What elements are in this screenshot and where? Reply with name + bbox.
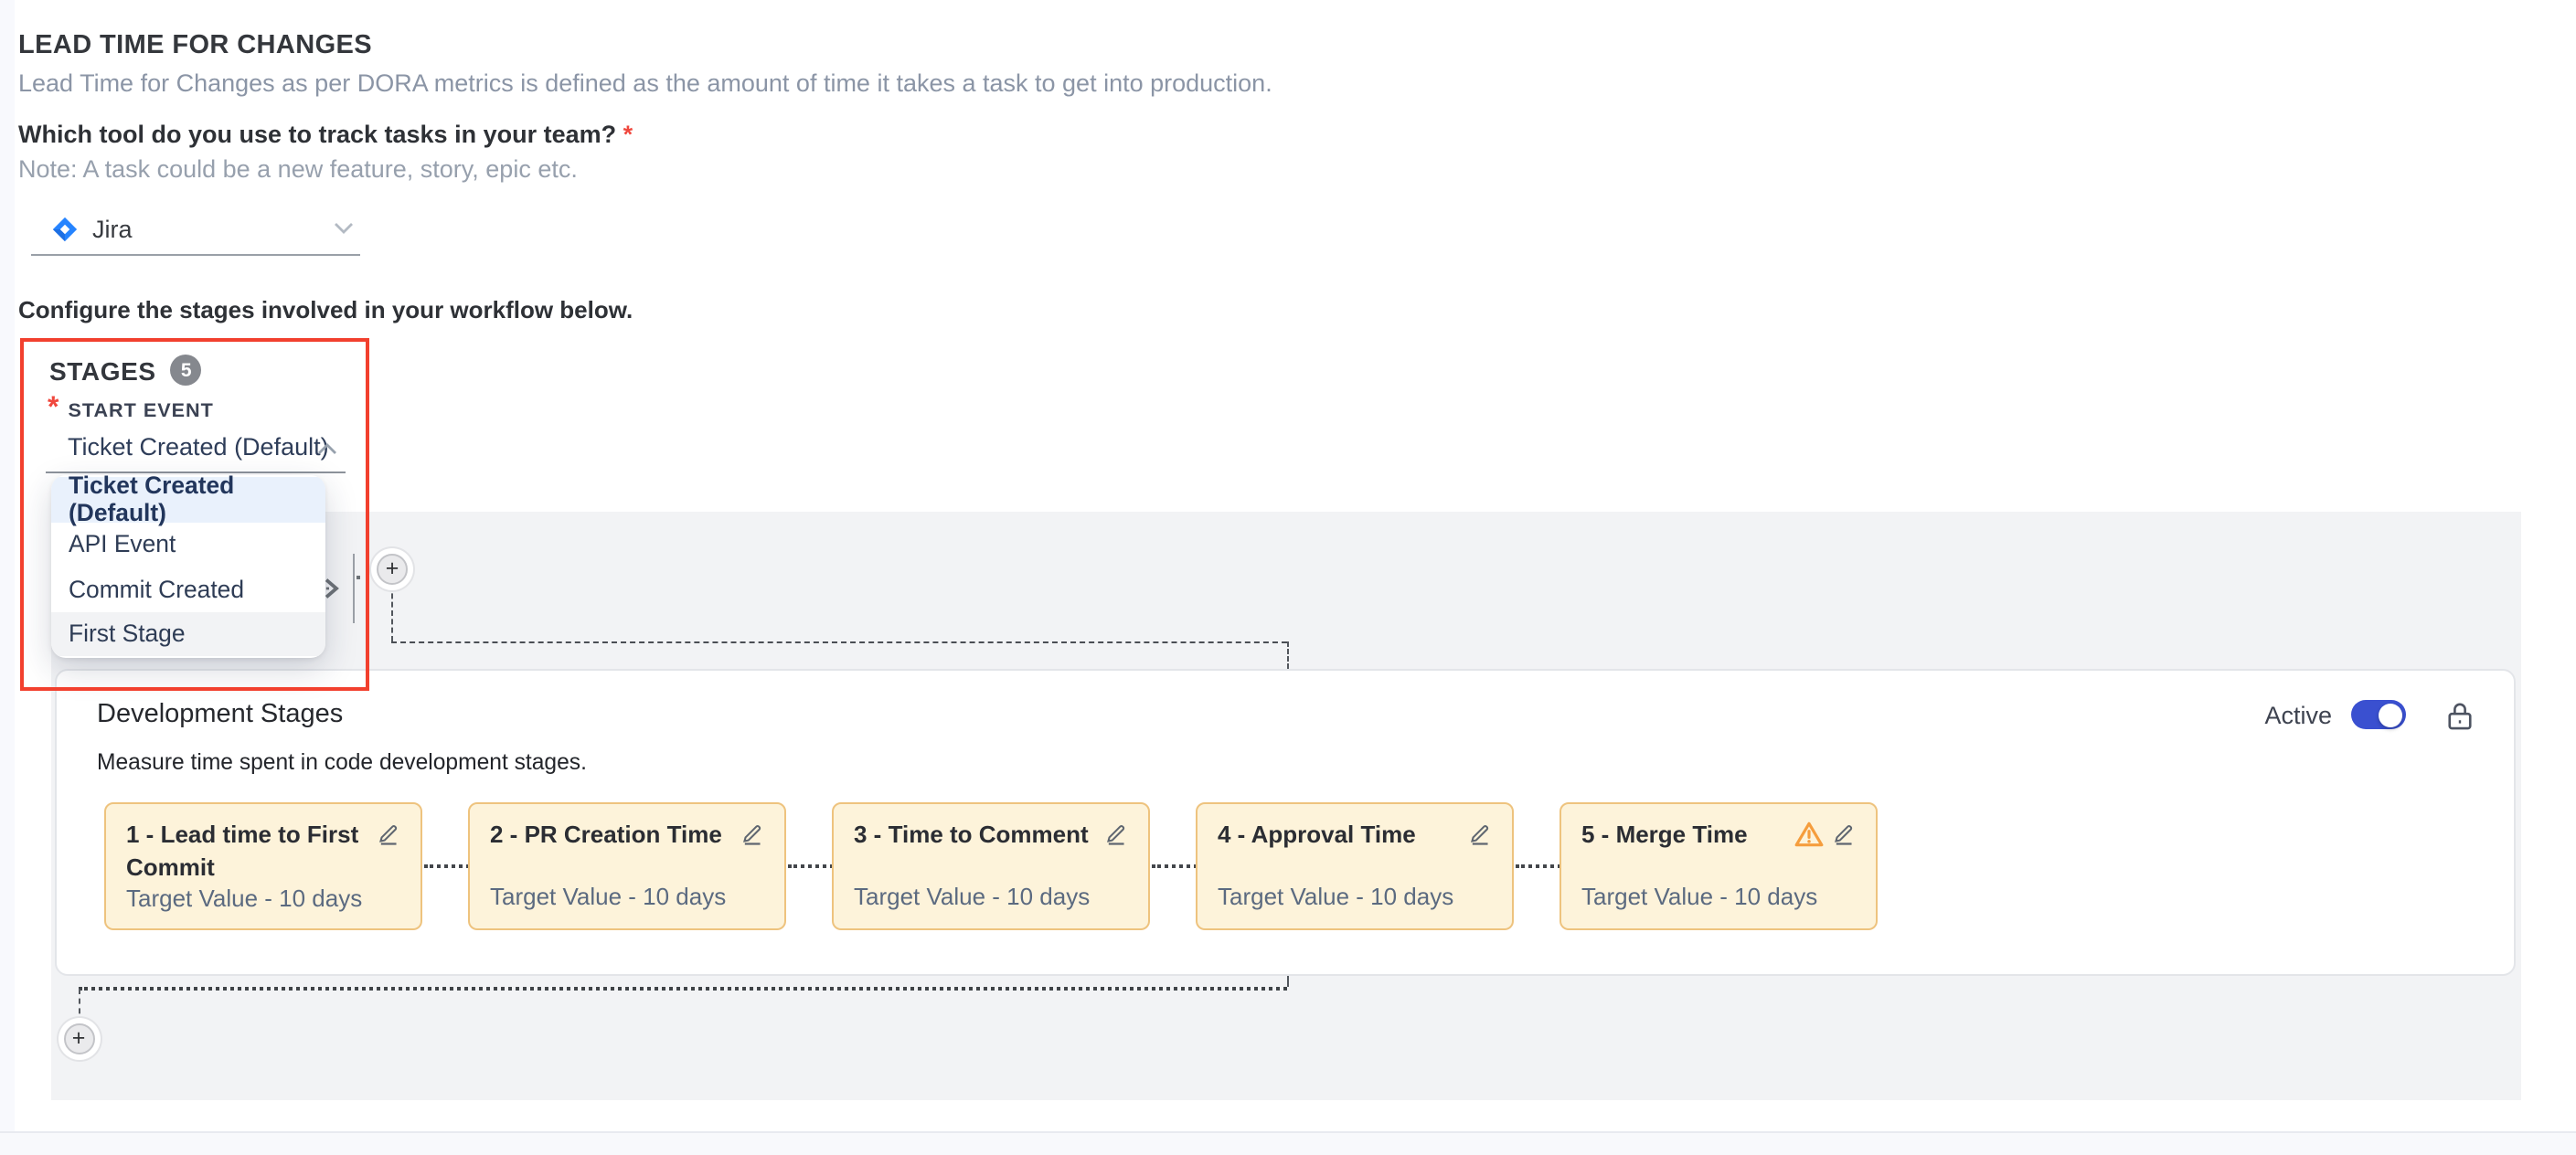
jira-icon <box>50 216 78 243</box>
add-stage-group-button-bottom[interactable]: + <box>63 1023 94 1054</box>
start-event-label: * START EVENT <box>48 393 214 426</box>
stage-title: 4 - Approval Time <box>1218 819 1468 852</box>
add-stage-group-button-top[interactable]: + <box>377 553 408 584</box>
tool-question-label: Which tool do you use to track tasks in … <box>18 121 633 148</box>
edit-stage-icon[interactable] <box>740 821 764 846</box>
edit-stage-icon[interactable] <box>1832 821 1856 846</box>
required-asterisk: * <box>48 393 59 426</box>
page-title: LEAD TIME FOR CHANGES <box>18 31 372 60</box>
tool-question-note: Note: A task could be a new feature, sto… <box>18 155 578 183</box>
warning-icon <box>1794 821 1825 848</box>
footer-bar <box>0 1131 2576 1155</box>
stage-card-4[interactable]: 4 - Approval Time Target Value - 10 days <box>1196 802 1514 930</box>
stage-title: 2 - PR Creation Time <box>490 819 740 852</box>
start-event-select-value: Ticket Created (Default) <box>68 433 329 461</box>
dropdown-option-api-event[interactable]: API Event <box>50 522 325 567</box>
stage-card-2[interactable]: 2 - PR Creation Time Target Value - 10 d… <box>468 802 786 930</box>
development-stages-card: Development Stages Active Measure time s… <box>55 668 2515 975</box>
connector-stage-edge-line <box>352 553 354 622</box>
dropdown-option-ticket-created[interactable]: Ticket Created (Default) <box>50 477 325 522</box>
connector-top-horizontal <box>391 641 1286 643</box>
stage-title: 5 - Merge Time <box>1581 819 1794 852</box>
connector-top-vertical <box>390 585 392 641</box>
lock-icon[interactable] <box>2445 699 2473 730</box>
connector-stub <box>356 576 376 579</box>
start-event-label-text: START EVENT <box>68 400 213 422</box>
plus-icon: + <box>386 557 399 580</box>
tool-select-value: Jira <box>92 216 133 243</box>
stage-title: 3 - Time to Comment <box>854 819 1104 852</box>
active-toggle-label: Active <box>2264 701 2332 728</box>
stage-card-3[interactable]: 3 - Time to Comment Target Value - 10 da… <box>832 802 1150 930</box>
dropdown-option-commit-created[interactable]: Commit Created <box>50 567 325 611</box>
dropdown-option-first-stage[interactable]: First Stage <box>50 611 325 656</box>
stages-heading: STAGES 5 <box>49 355 202 386</box>
connector-bottom-vertical <box>79 989 80 1023</box>
stage-target-value: Target Value - 10 days <box>490 883 764 910</box>
stage-card-5[interactable]: 5 - Merge Time Target Value - 10 days <box>1559 802 1878 930</box>
edit-stage-icon[interactable] <box>1104 821 1128 846</box>
start-event-select[interactable]: Ticket Created (Default) <box>46 428 346 473</box>
stage-card-1[interactable]: 1 - Lead time to First Commit Target Val… <box>104 802 422 930</box>
development-stages-title: Development Stages <box>97 700 343 729</box>
page-description: Lead Time for Changes as per DORA metric… <box>18 69 1272 97</box>
plus-icon: + <box>72 1028 86 1051</box>
development-stages-header: Development Stages Active <box>97 699 2473 730</box>
page-left-gutter <box>0 0 15 1155</box>
lead-time-config-page: LEAD TIME FOR CHANGES Lead Time for Chan… <box>0 0 2576 1155</box>
stage-target-value: Target Value - 10 days <box>854 883 1128 910</box>
edit-stage-icon[interactable] <box>377 821 400 846</box>
chevron-up-icon <box>316 442 338 457</box>
tool-select[interactable]: Jira <box>30 205 359 256</box>
tool-question-text: Which tool do you use to track tasks in … <box>18 121 616 148</box>
stage-list: 1 - Lead time to First Commit Target Val… <box>104 802 1923 930</box>
edit-stage-icon[interactable] <box>1468 821 1492 846</box>
connector-into-card <box>1286 641 1288 668</box>
stages-heading-label: STAGES <box>49 355 156 385</box>
toggle-knob <box>2379 703 2402 726</box>
required-asterisk: * <box>623 121 633 148</box>
development-stages-subtitle: Measure time spent in code development s… <box>97 748 587 774</box>
stage-target-value: Target Value - 10 days <box>1218 883 1492 910</box>
stage-title: 1 - Lead time to First Commit <box>126 819 377 885</box>
stage-target-value: Target Value - 10 days <box>126 885 400 913</box>
active-toggle[interactable] <box>2350 700 2405 729</box>
stage-target-value: Target Value - 10 days <box>1581 883 1856 910</box>
chevron-down-icon <box>332 221 354 236</box>
configure-instruction: Configure the stages involved in your wo… <box>18 296 633 323</box>
stages-count-badge: 5 <box>171 355 202 386</box>
start-event-dropdown-menu: Ticket Created (Default) API Event Commi… <box>50 475 325 658</box>
connector-bottom-horizontal <box>79 986 1287 990</box>
